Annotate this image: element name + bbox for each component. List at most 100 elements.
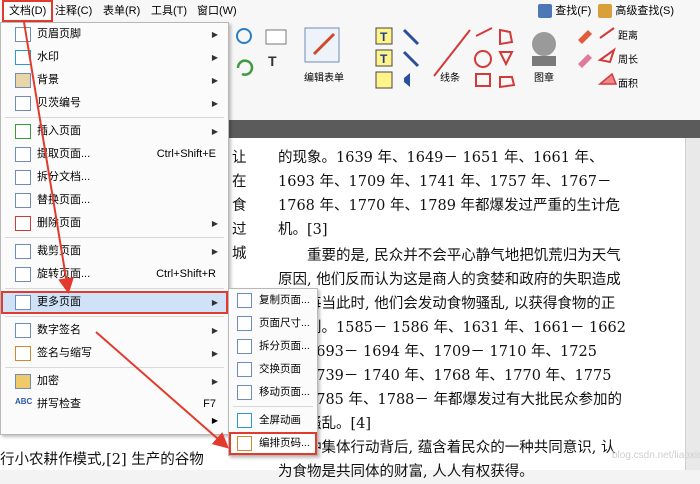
menu-window[interactable]: 窗口(W) [192,2,242,20]
shortcut-label: Ctrl+Shift+R [156,268,216,280]
menu-item-bates[interactable]: 贝茨编号 ▶ [1,92,228,115]
area-icon[interactable] [597,72,618,85]
bates-numbering-icon [15,96,31,111]
page-size-icon [237,316,252,331]
menu-tools[interactable]: 工具(T) [146,2,192,20]
menu-bar: 文档(D) 注释(C) 表单(R) 工具(T) 窗口(W) 查找(F) 高级查找… [0,0,700,23]
menu-item-label: 签名与缩写 [37,347,92,359]
vertical-scrollbar[interactable] [685,138,700,470]
menu-item-sign-initial[interactable]: 签名与缩写 ▶ [1,342,228,365]
submenu-arrow-icon: ▶ [211,53,218,62]
menu-item-replace-page[interactable]: 替换页面... [1,189,228,212]
search-icon [538,4,553,19]
menu-document[interactable]: 文档(D) [2,0,54,22]
menu-item-label: 贝茨编号 [37,97,81,109]
menu-item-spell-check[interactable]: ABC 拼写检查 F7 [1,393,228,416]
menu-item-label: 替换页面... [37,194,91,206]
menu-separator [5,288,224,289]
submenu-item-label: 全屏动画 [259,414,301,426]
callout-t-icon: T [380,52,388,66]
header-footer-icon [15,27,31,42]
rotate-page-icon [15,267,31,282]
submenu-item-copy-page[interactable]: 复制页面... [229,289,317,312]
advanced-search-button[interactable]: 高级查找(S) [598,2,674,19]
sound-icon[interactable] [404,73,410,87]
menu-item-label: 删除页面 [37,217,81,229]
more-pages-icon [15,295,31,310]
submenu-arrow-icon: ▶ [211,219,218,228]
submenu-item-split-page[interactable]: 拆分页面... [229,335,317,358]
submenu-arrow-icon: ▶ [211,127,218,136]
menu-bottom-spacer: ▶ [1,416,228,434]
edit-form-label: 编辑表单 [304,73,344,84]
submenu-arrow-icon: ▶ [211,416,218,425]
menu-item-encrypt[interactable]: 加密 ▶ [1,370,228,393]
shortcut-label: Ctrl+Shift+E [156,148,216,160]
document-body-text: 的现象。1639 年、1649－ 1651 年、1661 年、1693 年、17… [278,146,628,484]
menu-item-header-footer[interactable]: 页眉页脚 ▶ [1,23,228,46]
menu-item-split-document[interactable]: 拆分文档... [1,166,228,189]
textbox-tool-icon[interactable] [375,71,393,89]
submenu-item-page-size[interactable]: 页面尺寸... [229,312,317,335]
menu-comment[interactable]: 注释(C) [50,2,97,20]
text-tool-icon[interactable]: T [268,53,277,69]
submenu-item-fullscreen-animation[interactable]: 全屏动画 [229,409,317,432]
menu-item-crop-page[interactable]: 裁剪页面 ▶ [1,240,228,263]
stamp-icon[interactable] [532,32,556,56]
submenu-item-move-page[interactable]: 移动页面... [229,381,317,404]
eraser-tool-icon[interactable] [578,54,592,68]
polygon-tool-icon[interactable] [499,28,514,46]
replace-page-icon [15,193,31,208]
submenu-item-label: 复制页面... [259,294,310,306]
lines-label: 线条 [440,73,460,84]
arrow-line-icon[interactable] [475,27,493,37]
submenu-arrow-icon: ▶ [211,99,218,108]
distance-label: 距离 [618,31,638,42]
menu-item-background[interactable]: 背景 ▶ [1,69,228,92]
menu-item-more-pages[interactable]: 更多页面 ▶ [1,291,228,314]
shortcut-label: F7 [203,398,216,410]
left-fragment: 过 [232,222,247,238]
menu-item-label: 提取页面... [37,148,91,160]
pencil-tool-icon[interactable] [578,30,592,44]
menu-item-label: 背景 [37,74,59,86]
zoom-in-icon[interactable] [236,28,252,44]
menu-item-rotate-page[interactable]: 旋转页面... Ctrl+Shift+R [1,263,228,286]
submenu-item-swap-page[interactable]: 交换页面 [229,358,317,381]
menu-item-delete-page[interactable]: 删除页面 ▶ [1,212,228,235]
pin-icon[interactable] [402,28,420,68]
circle-tool-icon[interactable] [474,50,492,68]
menu-separator [233,406,313,407]
stamp-label: 图章 [534,73,554,84]
textbox-icon[interactable] [265,29,287,45]
rectangle-tool-icon[interactable] [475,73,491,87]
submenu-arrow-icon: ▶ [211,298,218,307]
stamp-base-icon [532,56,556,66]
submenu-arrow-icon: ▶ [211,349,218,358]
triangle-tool-icon[interactable] [498,51,514,67]
left-fragment: 让 [232,150,247,166]
menu-item-digital-signature[interactable]: 数字签名 ▶ [1,319,228,342]
cloud-tool-icon[interactable] [499,76,516,89]
rotate-icon[interactable] [236,59,254,76]
bottom-text-fragment: 行小农耕作模式,[2] 生产的谷物 [0,452,204,468]
distance-icon[interactable] [599,27,615,39]
menu-item-extract-page[interactable]: 提取页面... Ctrl+Shift+E [1,143,228,166]
submenu-item-page-numbering[interactable]: 编排页码... [229,432,317,455]
document-menu: 页眉页脚 ▶ 水印 ▶ 背景 ▶ 贝茨编号 ▶ 插入页面 ▶ 提取页面... Ctrl+Sh… [0,22,229,435]
menu-item-insert-page[interactable]: 插入页面 ▶ [1,120,228,143]
fullscreen-animation-icon [237,413,252,428]
watermark-icon [15,50,31,65]
submenu-item-label: 移动页面... [259,386,310,398]
menu-form[interactable]: 表单(R) [98,2,145,20]
submenu-arrow-icon: ▶ [211,377,218,386]
menu-item-watermark[interactable]: 水印 ▶ [1,46,228,69]
search-area: 查找(F) 高级查找(S) [534,2,674,19]
digital-signature-icon [15,323,31,338]
menu-item-label: 页眉页脚 [37,28,81,40]
perimeter-label: 周长 [618,55,638,66]
perimeter-icon[interactable] [597,47,616,64]
left-fragment: 食 [232,198,247,214]
search-button[interactable]: 查找(F) [538,2,591,19]
menu-separator [5,367,224,368]
